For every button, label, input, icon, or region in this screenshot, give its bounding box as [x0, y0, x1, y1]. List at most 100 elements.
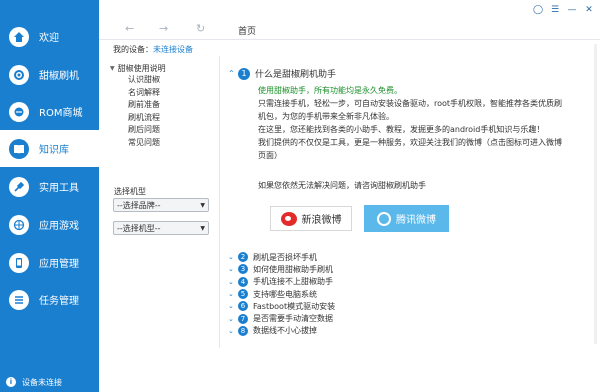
question-number: 8 — [238, 325, 248, 336]
sidebar-item-app-manager[interactable]: 应用管理 — [0, 244, 99, 281]
sidebar-item-flash[interactable]: 甜椒刷机 — [0, 56, 99, 93]
question-title: 什么是甜椒刷机助手 — [255, 70, 337, 80]
tree-item[interactable]: 名词解释 — [110, 87, 220, 100]
answer-line: 我们提供的不仅仅是工具，更是一种服务，欢迎关注我们的微博（点击图标可进入微博 — [258, 138, 562, 147]
tree-item[interactable]: 常见问题 — [110, 137, 220, 150]
sidebar-item-label: 知识库 — [39, 145, 69, 156]
sidebar-item-tasks[interactable]: 任务管理 — [0, 281, 99, 318]
sidebar: 欢迎 甜椒刷机 ROM商城 知识库 实用工具 应用游戏 应用管理 任务管理 i … — [0, 0, 99, 392]
faq-question[interactable]: ⌄ 6 Fastboot模式驱动安装 — [228, 300, 335, 312]
tencent-logo-icon — [377, 211, 391, 226]
brand-select-value: --选择品牌-- — [117, 200, 161, 210]
caret-down-icon: ▼ — [110, 64, 115, 72]
question-title: 手机连接不上甜椒助手 — [253, 277, 333, 287]
answer-line: 使用甜椒助手，所有功能均是永久免费。 — [258, 86, 402, 95]
sidebar-item-knowledge[interactable]: 知识库 — [0, 130, 99, 167]
breadcrumb-label: 我的设备： — [113, 45, 153, 54]
info-icon: i — [6, 377, 16, 387]
question-number: 2 — [238, 252, 248, 263]
faq-question[interactable]: ⌄ 7 是否需要手动清空数据 — [228, 312, 335, 324]
faq-question[interactable]: ⌄ 8 数据线不小心拔掉 — [228, 325, 335, 337]
store-icon — [9, 101, 29, 122]
contact-text: 如果您依然无法解决问题，请咨询甜椒刷机助手 — [258, 181, 426, 190]
breadcrumb-device-link[interactable]: 未连接设备 — [153, 45, 193, 54]
faq-question-1[interactable]: ⌃ 1 什么是甜椒刷机助手 — [228, 67, 336, 80]
tasks-icon — [9, 289, 29, 310]
home-icon — [9, 26, 29, 47]
caret-up-icon: ⌃ — [228, 69, 235, 78]
answer-line: 页面） — [258, 151, 282, 160]
brand-select[interactable]: --选择品牌-- ▼ — [113, 198, 209, 212]
faq-question[interactable]: ⌄ 2 刷机是否损坏手机 — [228, 251, 335, 263]
tree-item[interactable]: 认识甜椒 — [110, 74, 220, 87]
knowledge-tree: ▼ 甜椒使用说明 认识甜椒 名词解释 刷前准备 刷机流程 刷后问题 常见问题 — [110, 62, 220, 149]
minimize-icon[interactable]: — — [566, 4, 578, 16]
sidebar-item-label: 甜椒刷机 — [39, 71, 79, 82]
sidebar-item-games[interactable]: 应用游戏 — [0, 206, 99, 243]
sina-weibo-label: 新浪微博 — [301, 215, 342, 226]
chevron-down-icon: ⌄ — [228, 326, 234, 335]
tree-item[interactable]: 刷后问题 — [110, 124, 220, 137]
question-number: 5 — [238, 289, 248, 300]
question-number: 6 — [238, 301, 248, 312]
tree-item[interactable]: 刷前准备 — [110, 99, 220, 112]
sidebar-item-label: 任务管理 — [39, 296, 79, 307]
chevron-down-icon: ⌄ — [228, 277, 234, 286]
answer-line: 只需连接手机，轻松一步，可自动安装设备驱动，root手机权限，智能推荐各类优质刷 — [258, 99, 563, 108]
answer-line: 在这里，您还能找到各类的小助手、教程，发掘更多的android手机知识与乐趣！ — [258, 125, 545, 134]
tencent-weibo-button[interactable]: 腾讯微博 — [364, 205, 449, 232]
question-title: Fastboot模式驱动安装 — [253, 301, 336, 311]
sidebar-item-label: 欢迎 — [39, 33, 59, 44]
scrollbar[interactable] — [594, 44, 597, 344]
back-arrow-icon[interactable]: ← — [125, 22, 134, 35]
chevron-down-icon: ▼ — [200, 224, 205, 232]
weibo-logo-icon — [280, 211, 297, 226]
chevron-down-icon: ⌄ — [228, 290, 234, 299]
sidebar-item-tools[interactable]: 实用工具 — [0, 168, 99, 205]
answer-line: 机包，为您的手机带来全新非凡体验。 — [258, 112, 394, 121]
tab-home[interactable]: 首页 — [238, 24, 256, 37]
tree-item[interactable]: 刷机流程 — [110, 112, 220, 125]
question-title: 刷机是否损坏手机 — [253, 252, 317, 262]
refresh-icon[interactable]: ↻ — [196, 22, 205, 35]
answer-text: 使用甜椒助手，所有功能均是永久免费。 只需连接手机，轻松一步，可自动安装设备驱动… — [258, 84, 588, 162]
chevron-down-icon: ⌄ — [228, 265, 234, 274]
chevron-down-icon: ▼ — [200, 201, 205, 209]
tools-icon — [9, 176, 29, 197]
flash-icon — [9, 64, 29, 85]
question-title: 是否需要手动清空数据 — [253, 314, 333, 324]
sina-weibo-button[interactable]: 新浪微博 — [270, 206, 352, 231]
games-icon — [9, 214, 29, 235]
menu-icon[interactable]: ☰ — [549, 4, 561, 16]
chevron-down-icon: ⌄ — [228, 253, 234, 262]
sidebar-item-label: 实用工具 — [39, 183, 79, 194]
book-icon — [9, 138, 29, 159]
top-bar: ← → ↻ 首页 ◯ ☰ — ✕ — [99, 0, 600, 40]
faq-question[interactable]: ⌄ 5 支持哪些电脑系统 — [228, 288, 335, 300]
faq-list: ⌄ 2 刷机是否损坏手机 ⌄ 3 如何使用甜椒助手刷机 ⌄ 4 手机连接不上甜椒助手 ⌄ 5 支… — [228, 251, 335, 337]
feedback-icon[interactable]: ◯ — [532, 4, 544, 16]
breadcrumb: 我的设备：未连接设备 — [113, 44, 193, 55]
sidebar-item-welcome[interactable]: 欢迎 — [0, 18, 99, 55]
close-icon[interactable]: ✕ — [583, 4, 595, 16]
question-title: 数据线不小心拔掉 — [253, 326, 317, 336]
model-select-value: --选择机型-- — [117, 223, 161, 233]
sidebar-item-label: 应用管理 — [39, 259, 79, 270]
sidebar-item-label: 应用游戏 — [39, 221, 79, 232]
question-title: 如何使用甜椒助手刷机 — [253, 264, 333, 274]
tree-root[interactable]: ▼ 甜椒使用说明 — [110, 62, 220, 74]
tencent-weibo-label: 腾讯微博 — [396, 215, 436, 226]
forward-arrow-icon[interactable]: → — [159, 22, 168, 35]
question-number: 7 — [238, 313, 248, 324]
panel-divider — [219, 56, 220, 348]
model-select[interactable]: --选择机型-- ▼ — [113, 221, 209, 235]
sidebar-item-rom-store[interactable]: ROM商城 — [0, 93, 99, 130]
question-number: 3 — [238, 264, 248, 275]
question-number: 4 — [238, 276, 248, 287]
sidebar-item-label: ROM商城 — [39, 108, 83, 119]
chevron-down-icon: ⌄ — [228, 302, 234, 311]
chevron-down-icon: ⌄ — [228, 314, 234, 323]
question-number: 1 — [238, 67, 250, 80]
faq-question[interactable]: ⌄ 4 手机连接不上甜椒助手 — [228, 276, 335, 288]
faq-question[interactable]: ⌄ 3 如何使用甜椒助手刷机 — [228, 263, 335, 275]
